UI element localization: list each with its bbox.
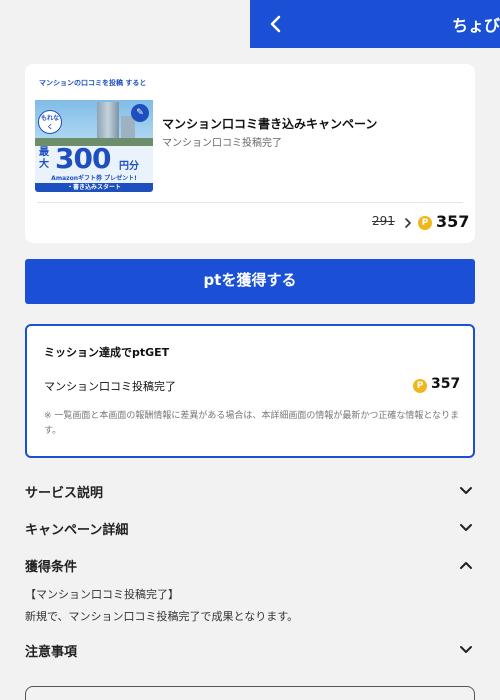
conditions-text: 新規で、マンション口コミ投稿完了で成果となります。 [25,610,299,623]
banner-lead: 最大 [39,147,49,170]
campaign-title: マンション口コミ書き込みキャンペーン [162,117,378,131]
accordion-service[interactable]: サービス説明 [25,480,475,502]
new-points: 357 [436,212,470,231]
accordion-notes[interactable]: 注意事項 [25,639,475,661]
point-coin-icon: P [413,379,427,393]
bottom-action-box[interactable] [25,686,475,700]
get-points-button[interactable]: ptを獲得する [25,259,475,304]
pencil-icon: ✎ [131,104,149,122]
page-title: ちょびリッチ [452,16,500,35]
mission-box: ミッション達成でptGET マンション口コミ投稿完了 P 357 ※ 一覧画面と… [25,324,475,458]
accordion-label: キャンペーン詳細 [25,523,129,538]
point-coin-icon: P [418,216,432,230]
banner-cta: ・書き込みスタート [35,183,153,192]
accordion-label: サービス説明 [25,486,104,501]
chevron-down-icon [460,646,472,653]
accordion-label: 獲得条件 [25,560,78,575]
campaign-subtitle: マンション口コミ投稿完了 [162,138,282,149]
header-bar: ちょびリッチ [250,0,500,48]
conditions-heading: 【マンション口コミ投稿完了】 [25,588,179,601]
campaign-card: マンションの口コミを投稿 すると もれなく ✎ 最大 300 円分 Amazon… [25,64,475,243]
card-divider [37,202,463,203]
accordion-conditions[interactable]: 獲得条件 [25,554,475,576]
banner-amount-area: 最大 300 円分 [35,142,153,175]
chevron-down-icon [460,524,472,531]
old-points: 291 [372,214,395,228]
mission-title: ミッション達成でptGET [44,346,170,359]
mission-points: 357 [431,376,461,392]
banner-bubble: もれなく [38,110,62,134]
accordion-label: 注意事項 [25,645,78,660]
chevron-up-icon [460,562,472,569]
campaign-banner[interactable]: マンションの口コミを投稿 すると もれなく ✎ 最大 300 円分 Amazon… [35,76,153,192]
banner-unit: 円分 [119,161,139,172]
mission-note: ※ 一覧画面と本画面の報酬情報に差異がある場合は、本詳細画面の情報が最新かつ正確… [44,411,460,436]
chevron-right-icon [405,218,411,228]
banner-amount: 300 [55,142,111,175]
banner-top-text: マンションの口コミを投稿 すると [35,76,153,100]
banner-gift: Amazonギフト券 プレゼント! [35,174,153,183]
mission-label: マンション口コミ投稿完了 [44,380,176,393]
accordion-campaign-detail[interactable]: キャンペーン詳細 [25,517,475,539]
back-arrow-icon[interactable] [264,12,288,36]
chevron-down-icon [460,487,472,494]
